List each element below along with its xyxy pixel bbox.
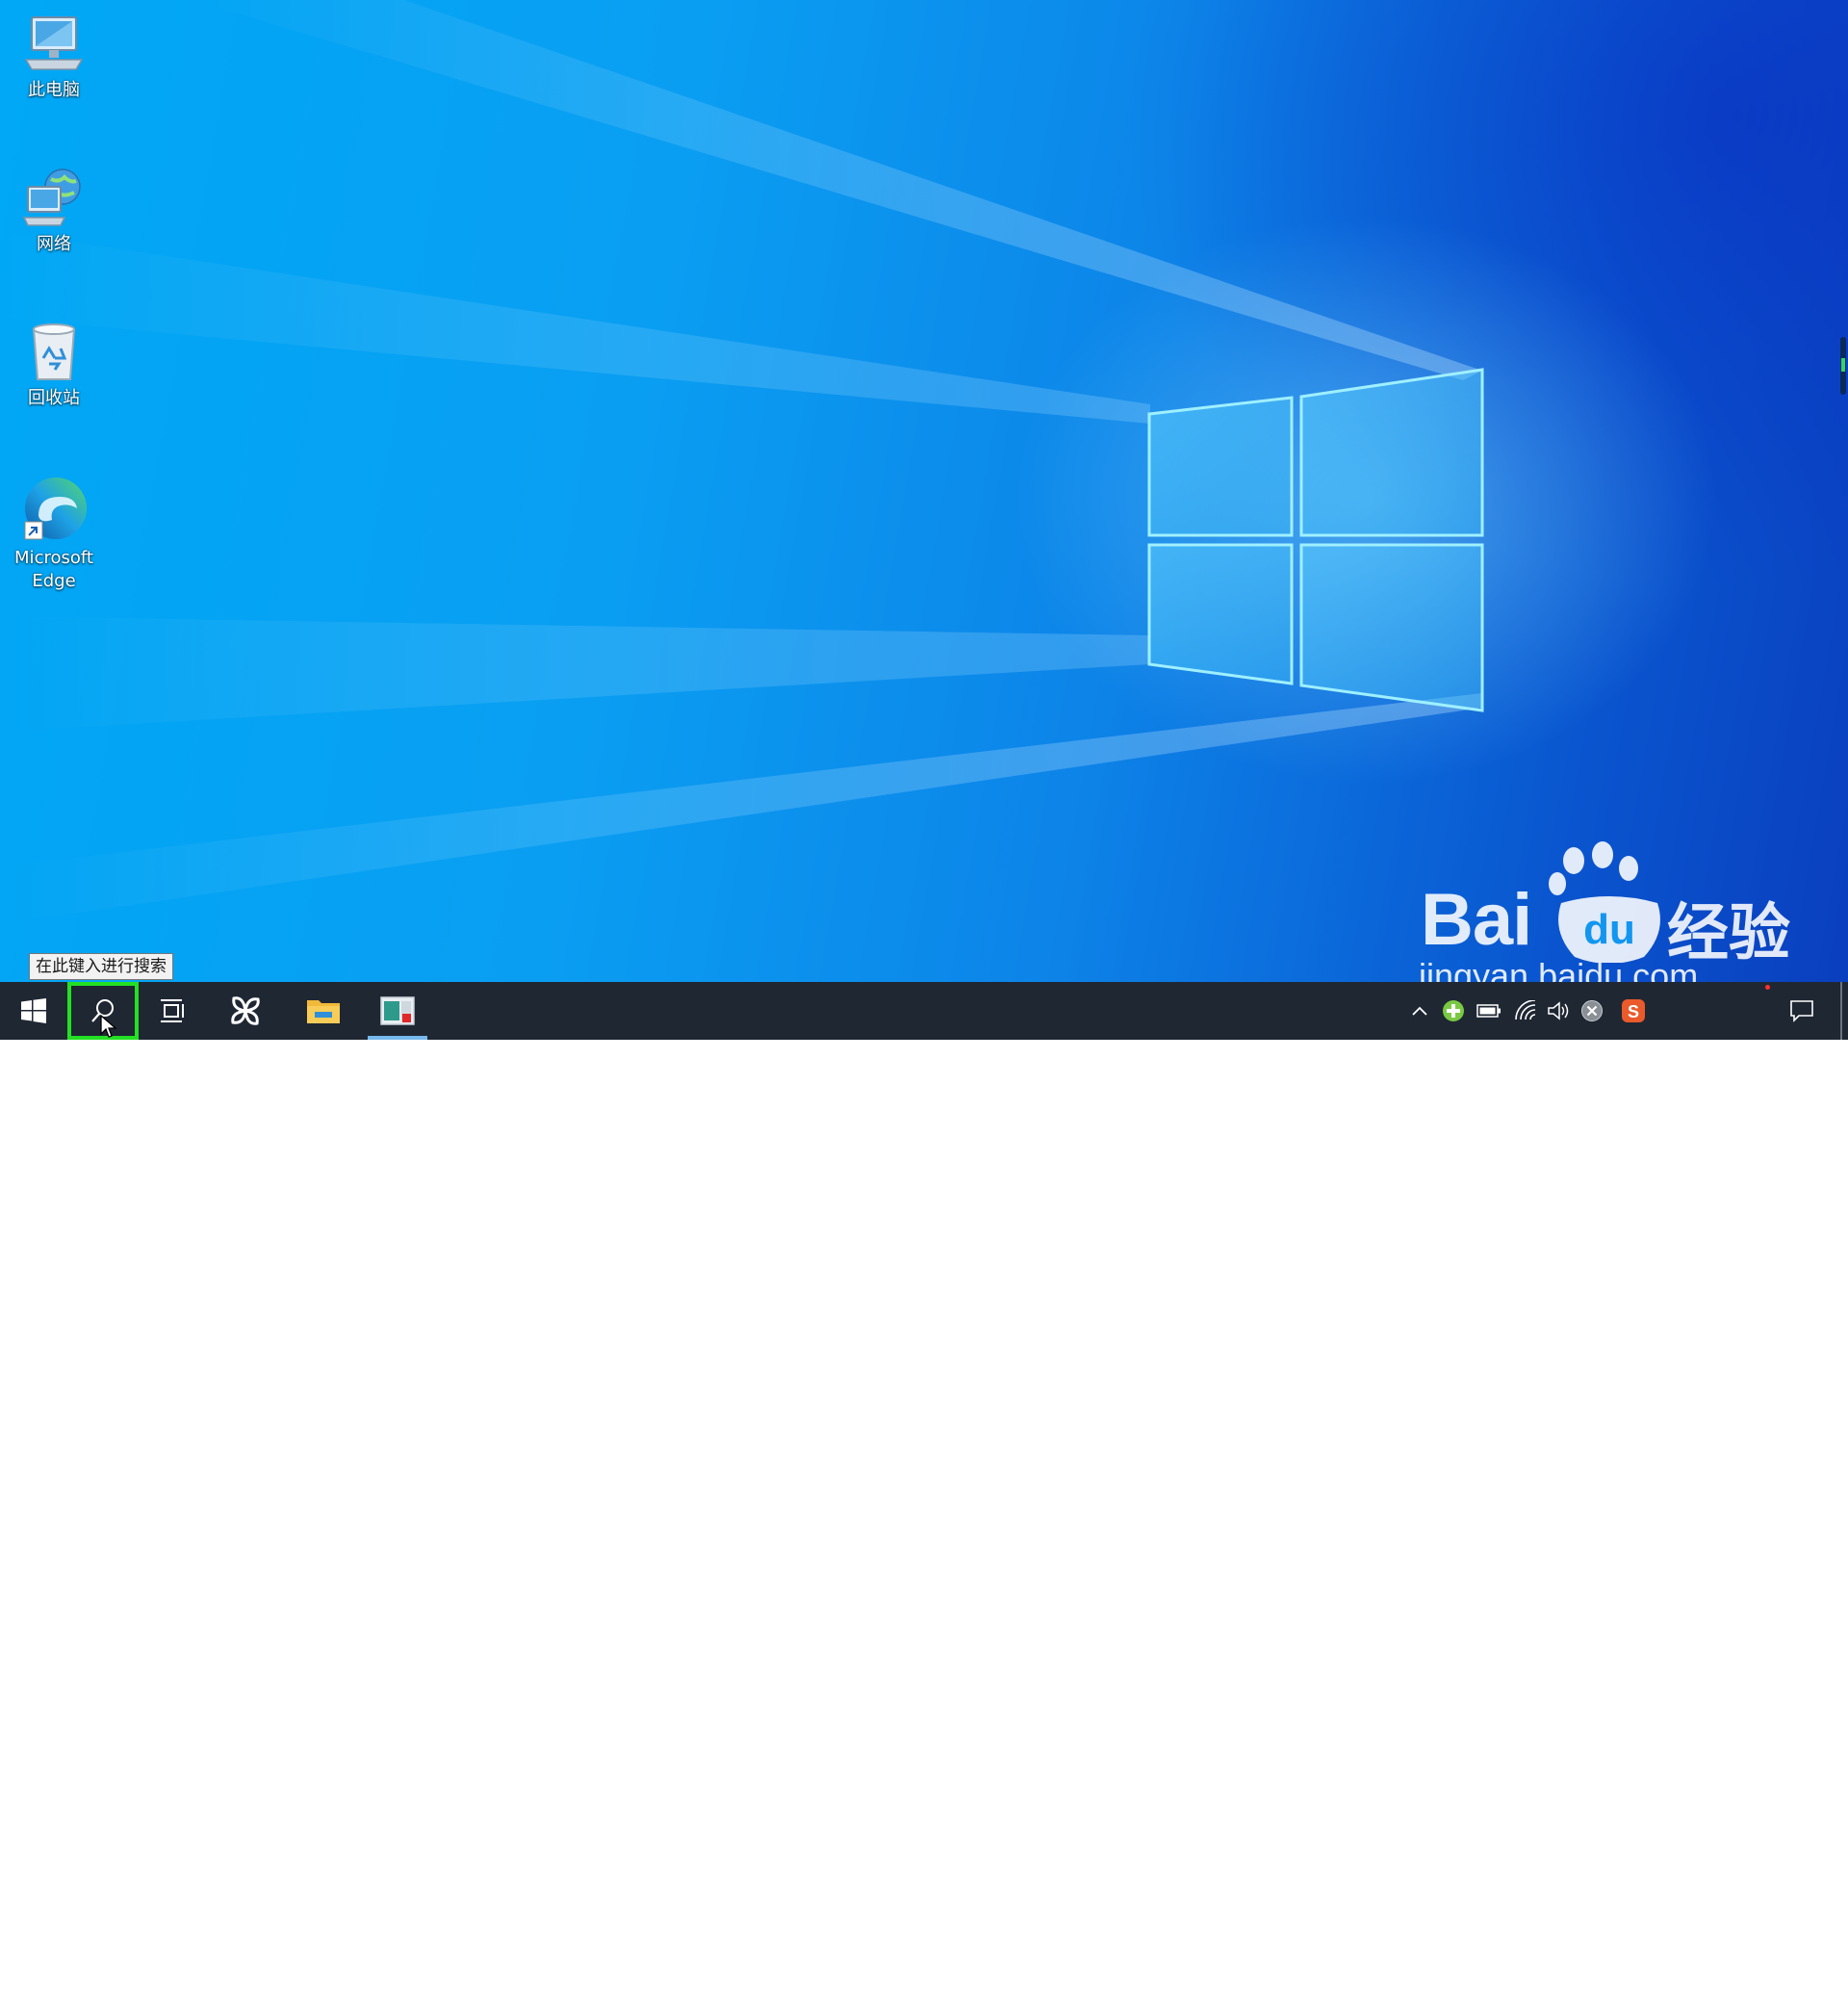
desktop-icon-label: Microsoft Edge xyxy=(14,548,93,591)
desktop-icon-label: 网络 xyxy=(37,234,71,254)
network-icon xyxy=(22,168,81,226)
tray-sogou-ime[interactable]: S xyxy=(1619,982,1648,1040)
desktop-icon-label: 此电脑 xyxy=(28,80,80,100)
watermark-url: jingyan.baidu.com xyxy=(1419,956,1699,982)
sogou-icon: S xyxy=(1622,999,1645,1022)
chevron-up-icon xyxy=(1412,1006,1427,1016)
active-app-button[interactable] xyxy=(368,982,427,1040)
recycle-bin-icon xyxy=(32,323,76,380)
wifi-icon xyxy=(1515,1000,1536,1020)
show-desktop-divider[interactable] xyxy=(1840,982,1842,1040)
volume-icon xyxy=(1548,1001,1569,1020)
task-view-button[interactable] xyxy=(141,982,206,1040)
show-hidden-icons-button[interactable] xyxy=(1407,982,1432,1040)
file-explorer-button[interactable] xyxy=(289,982,358,1040)
wallpaper-light-beams xyxy=(0,0,1482,924)
taskbar-clock[interactable]: 20:38 周二 2022/6/28 xyxy=(1659,1968,1767,2014)
computer-icon xyxy=(24,16,84,70)
tray-app-plus[interactable] xyxy=(1440,982,1467,1040)
taskbar: S 20:38 周二 2022/6/28 xyxy=(0,982,1848,2012)
folder-icon xyxy=(307,1000,340,1023)
clock-notification-dot xyxy=(1765,985,1770,990)
x-circle-icon xyxy=(1581,1000,1603,1021)
baidu-du-paw-icon: du xyxy=(1558,896,1660,963)
battery-icon xyxy=(1476,1004,1501,1018)
tray-battery[interactable] xyxy=(1475,982,1503,1040)
svg-text:du: du xyxy=(1583,906,1635,953)
task-view-icon xyxy=(161,999,184,1022)
desktop-icon-network[interactable]: 网络 xyxy=(0,166,108,256)
notification-icon xyxy=(1790,1000,1813,1022)
tray-error-app[interactable] xyxy=(1578,982,1605,1040)
tray-volume[interactable] xyxy=(1544,982,1573,1040)
clock-date: 2022/6/28 xyxy=(1668,1992,1758,2012)
search-button[interactable] xyxy=(67,982,139,1040)
svg-text:S: S xyxy=(1628,1002,1639,1021)
start-button[interactable] xyxy=(0,982,67,1040)
app-window-icon xyxy=(380,996,415,1025)
desktop-icon-this-pc[interactable]: 此电脑 xyxy=(0,12,108,102)
desktop-icon-edge[interactable]: Microsoft Edge xyxy=(0,474,108,593)
tray-wifi[interactable] xyxy=(1511,982,1540,1040)
watermark-brand: Bai xyxy=(1421,879,1532,961)
windows-logo-wallpaper xyxy=(1147,368,1484,712)
screen-edge-handle xyxy=(1840,337,1846,395)
active-app-indicator xyxy=(368,1036,427,1040)
mouse-cursor-icon xyxy=(100,1015,117,1038)
clock-time: 20:38 周二 xyxy=(1668,1969,1758,1989)
windows-start-icon xyxy=(21,998,46,1023)
app-swirl-icon xyxy=(231,996,260,1025)
desktop-background: 此电脑 网络 回收站 Microsoft Edge 在此键入进行搜索 Bai d… xyxy=(0,0,1848,982)
search-tooltip: 在此键入进行搜索 xyxy=(29,953,173,980)
notification-center-button[interactable] xyxy=(1783,982,1821,1040)
desktop-icon-label: 回收站 xyxy=(28,388,80,408)
green-plus-icon xyxy=(1443,1000,1464,1021)
app-swirl-button[interactable] xyxy=(212,982,279,1040)
desktop-icon-recycle-bin[interactable]: 回收站 xyxy=(0,320,108,410)
edge-icon xyxy=(24,478,87,540)
